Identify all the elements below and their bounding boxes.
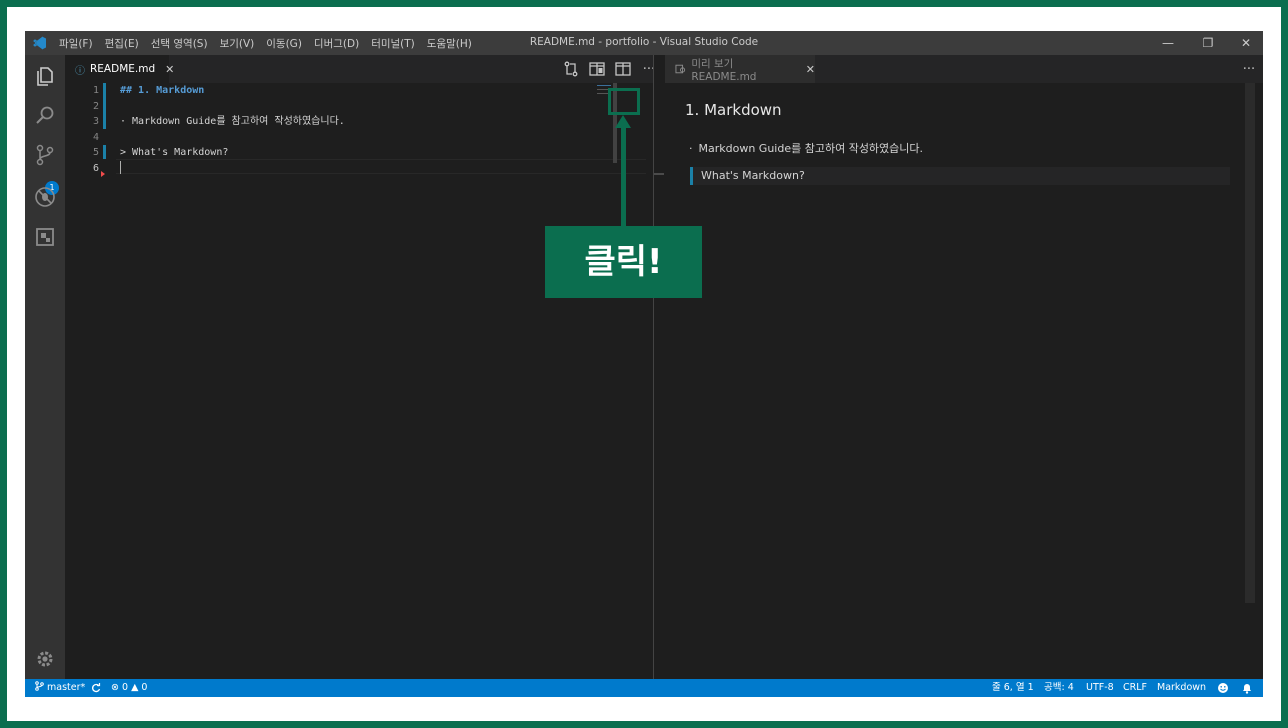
menu-view[interactable]: 보기(V) (220, 36, 255, 51)
modified-line-marker (103, 83, 106, 129)
branch-indicator[interactable]: master* (35, 679, 85, 697)
text-cursor (120, 161, 121, 174)
debug-icon[interactable] (33, 185, 57, 209)
error-count: 0 (122, 682, 129, 693)
problems-indicator[interactable]: ⊗ 0 ▲ 0 (111, 679, 147, 697)
highlight-box (608, 88, 640, 115)
open-changes-icon[interactable] (561, 59, 581, 79)
menu-selection[interactable]: 선택 영역(S) (151, 36, 208, 51)
line-number: 3 (92, 116, 99, 127)
scroll-position-marker (654, 173, 664, 175)
line-endings[interactable]: CRLF (1123, 679, 1147, 697)
code-line: ## 1. Markdown (120, 85, 205, 96)
vscode-window: 파일(F) 편집(E) 선택 영역(S) 보기(V) 이동(G) 디버그(D) … (25, 31, 1263, 697)
line-number: 2 (92, 100, 99, 112)
menu-bar: 파일(F) 편집(E) 선택 영역(S) 보기(V) 이동(G) 디버그(D) … (53, 31, 478, 55)
menu-go[interactable]: 이동(G) (266, 36, 302, 51)
notifications-bell-icon[interactable] (1241, 682, 1253, 694)
preview-blockquote: What's Markdown? (690, 167, 1230, 185)
branch-name: master* (47, 682, 86, 693)
code-line: · Markdown Guide를 참고하여 작성하였습니다. (120, 116, 345, 127)
menu-help[interactable]: 도움말(H) (427, 36, 472, 51)
title-bar: 파일(F) 편집(E) 선택 영역(S) 보기(V) 이동(G) 디버그(D) … (25, 31, 1263, 55)
source-control-icon[interactable] (33, 143, 57, 167)
code-line: > What's Markdown? (120, 147, 229, 158)
search-icon[interactable] (33, 103, 57, 127)
gear-icon[interactable] (33, 647, 57, 671)
branch-icon (35, 681, 44, 691)
vscode-logo-icon (33, 36, 46, 50)
close-window-button[interactable]: ✕ (1227, 31, 1263, 55)
files-icon[interactable] (33, 63, 57, 87)
tab-readme-label: README.md (90, 63, 156, 75)
editor-divider[interactable] (653, 55, 665, 679)
status-bar: master* ⊗ 0 ▲ 0 줄 6, 열 1 공백: 4 UTF-8 CRL… (25, 679, 1263, 697)
split-editor-icon[interactable] (613, 59, 633, 79)
open-preview-to-side-icon[interactable] (587, 59, 607, 79)
tab-preview-label: 미리 보기 README.md (691, 57, 757, 83)
callout-label: 클릭! (545, 226, 702, 298)
current-line-highlight (116, 159, 646, 174)
line-number: 5 (92, 147, 99, 158)
error-icon: ⊗ (111, 682, 119, 693)
close-icon[interactable]: ✕ (165, 63, 174, 76)
preview-heading: 1. Markdown (685, 101, 782, 119)
feedback-smiley-icon[interactable] (1217, 682, 1229, 694)
sync-icon[interactable] (91, 683, 101, 693)
info-icon: ⓘ (75, 65, 85, 77)
line-number: 4 (92, 131, 99, 143)
more-actions-button[interactable]: ··· (1239, 59, 1259, 79)
warning-icon: ▲ (131, 682, 139, 693)
activity-bar: 1 (25, 55, 65, 679)
restore-button[interactable]: ❐ (1189, 31, 1227, 55)
menu-debug[interactable]: 디버그(D) (314, 36, 359, 51)
arrow-shaft (621, 124, 626, 226)
extensions-icon[interactable] (33, 225, 57, 249)
tab-preview[interactable]: 미리 보기 README.md ✕ (665, 55, 815, 83)
tab-readme[interactable]: ⓘ README.md ✕ (65, 55, 174, 83)
preview-tabs: 미리 보기 README.md ✕ ··· (665, 55, 1263, 83)
editor-tabs: ⓘ README.md ✕ ··· (65, 55, 655, 83)
encoding[interactable]: UTF-8 (1086, 679, 1114, 697)
minimize-button[interactable]: — (1149, 31, 1187, 55)
code-editor[interactable]: 1 2 3 4 5 6 ## 1. Markdown · Markdown Gu… (65, 83, 653, 679)
close-icon[interactable]: ✕ (806, 63, 815, 76)
warning-count: 0 (141, 682, 148, 693)
preview-scrollbar[interactable] (1245, 83, 1255, 603)
menu-edit[interactable]: 편집(E) (105, 36, 139, 51)
preview-icon (675, 64, 686, 74)
modified-line-marker (103, 145, 106, 159)
line-number: 6 (92, 162, 99, 174)
menu-file[interactable]: 파일(F) (59, 36, 93, 51)
line-number: 1 (92, 85, 99, 96)
markdown-preview: 1. Markdown Markdown Guide를 참고하여 작성하였습니다… (665, 83, 1263, 679)
language-mode[interactable]: Markdown (1157, 679, 1206, 697)
deleted-line-marker-icon (101, 171, 105, 177)
cursor-position[interactable]: 줄 6, 열 1 (992, 679, 1034, 697)
menu-terminal[interactable]: 터미널(T) (371, 36, 415, 51)
preview-list-item: Markdown Guide를 참고하여 작성하였습니다. (689, 140, 924, 156)
indentation[interactable]: 공백: 4 (1044, 679, 1074, 697)
